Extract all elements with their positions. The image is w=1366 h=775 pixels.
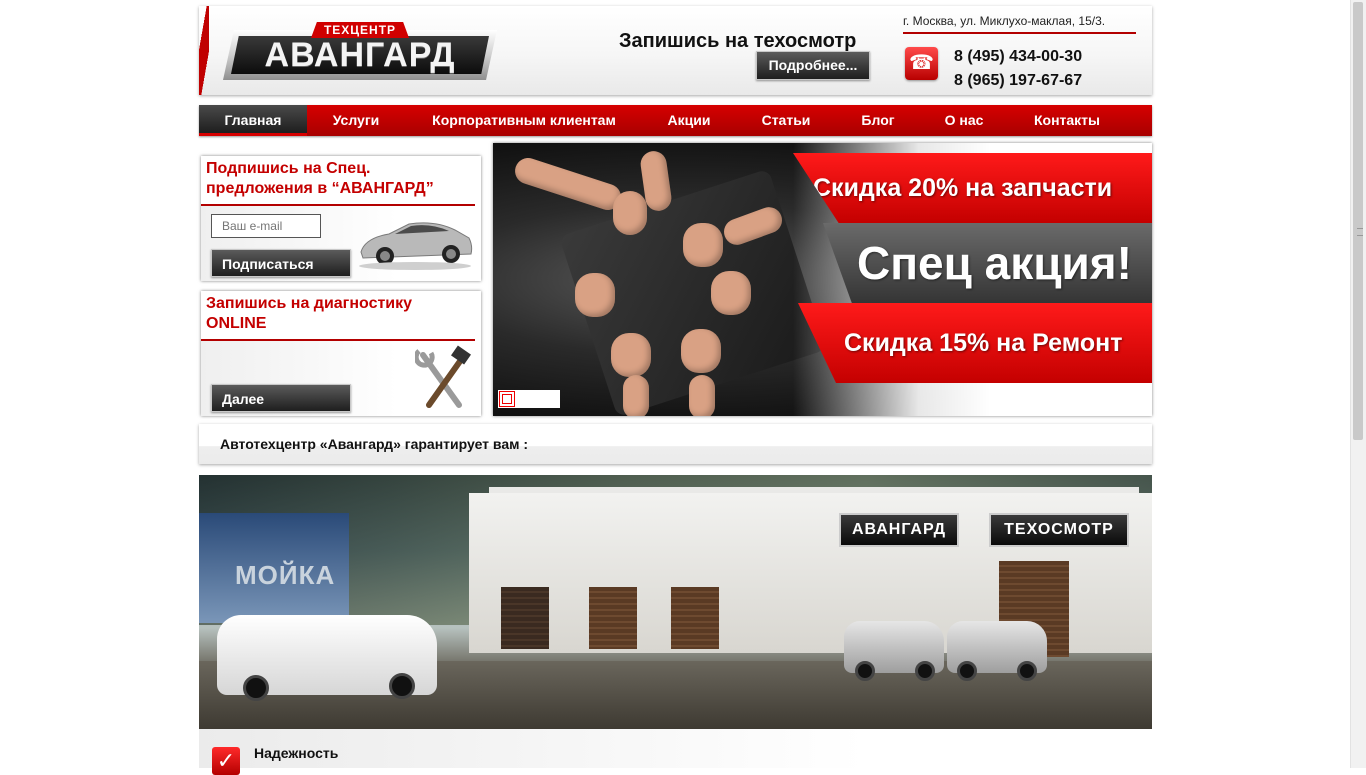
car-image — [359, 222, 473, 270]
header-accent — [199, 6, 209, 95]
phone-icon: ☎ — [905, 47, 938, 80]
slider-pager — [498, 390, 560, 408]
nav-item-home[interactable]: Главная — [199, 105, 307, 136]
slider-special-offer: Спец акция! — [823, 223, 1152, 303]
service-center-photo: МОЙКА АВАНГАРД ТЕХОСМОТР — [199, 475, 1152, 729]
logo[interactable]: АВАНГАРД ТЕХЦЕНТР — [223, 20, 497, 80]
diagnostics-title: Запишись на диагностику ONLINE — [206, 295, 413, 332]
scrollbar-thumb[interactable] — [1353, 2, 1363, 440]
car-wash-sign: МОЙКА — [235, 560, 336, 590]
tools-icon — [415, 345, 471, 408]
logo-text: АВАНГАРД — [231, 36, 489, 74]
main-nav: Главная Услуги Корпоративным клиентам Ак… — [199, 105, 1152, 136]
header: АВАНГАРД ТЕХЦЕНТР Запишись на техосмотр … — [199, 6, 1152, 95]
avangard-sign: АВАНГАРД — [839, 513, 959, 547]
promo-slider[interactable]: Скидка 20% на запчасти Спец акция! Скидк… — [493, 143, 1152, 416]
nav-item-articles[interactable]: Статьи — [743, 105, 829, 136]
inspection-sign: ТЕХОСМОТР — [989, 513, 1129, 547]
phone-number-1[interactable]: 8 (495) 434-00-30 — [954, 48, 1082, 66]
guarantee-strip: Автотехцентр «Авангард» гарантирует вам … — [199, 424, 1152, 464]
slider-dot-active[interactable] — [499, 391, 515, 407]
subscribe-box: Подпишись на Спец. предложения в “АВАНГА… — [201, 156, 481, 281]
email-field[interactable] — [211, 214, 321, 238]
slider-parts-discount: Скидка 20% на запчасти — [793, 153, 1152, 223]
nav-item-corporate[interactable]: Корпоративным клиентам — [413, 105, 635, 136]
nav-item-about[interactable]: О нас — [927, 105, 1001, 136]
diagnostics-box: Запишись на диагностику ONLINE Далее — [201, 291, 481, 416]
guarantee-heading: Автотехцентр «Авангард» гарантирует вам … — [220, 436, 529, 452]
more-button[interactable]: Подробнее... — [756, 51, 870, 80]
subscribe-button[interactable]: Подписаться — [211, 249, 351, 277]
phone-number-2[interactable]: 8 (965) 197-67-67 — [954, 72, 1082, 90]
nav-item-services[interactable]: Услуги — [307, 105, 405, 136]
features-section: ✓ Надежность — [199, 729, 1152, 775]
nav-item-contacts[interactable]: Контакты — [1013, 105, 1121, 136]
nav-item-promotions[interactable]: Акции — [647, 105, 731, 136]
address: г. Москва, ул. Миклухо-маклая, 15/3. — [903, 14, 1106, 28]
scrollbar[interactable] — [1350, 0, 1366, 768]
subscribe-title: Подпишись на Спец. предложения в “АВАНГА… — [206, 160, 434, 197]
logo-tag: ТЕХЦЕНТР — [311, 22, 409, 38]
inspection-cta-title: Запишись на техосмотр — [619, 30, 857, 52]
feature-title-reliability: Надежность — [254, 745, 339, 761]
checkmark-icon: ✓ — [212, 747, 240, 775]
slider-repair-discount: Скидка 15% на Ремонт — [798, 303, 1152, 383]
nav-item-blog[interactable]: Блог — [841, 105, 915, 136]
next-button[interactable]: Далее — [211, 384, 351, 412]
address-divider — [903, 32, 1136, 34]
